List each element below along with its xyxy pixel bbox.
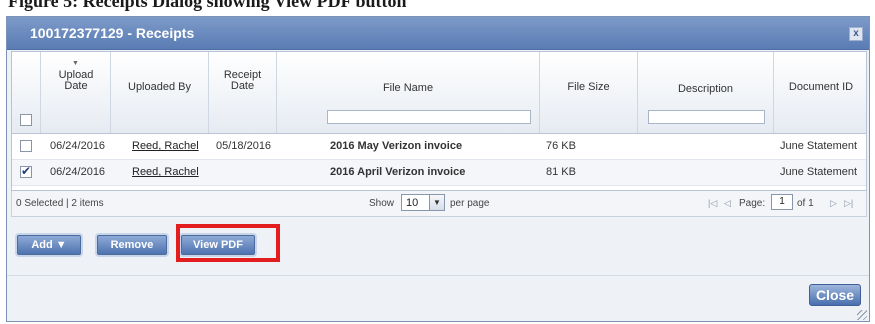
column-upload-date[interactable]: ▼ Upload Date [41, 52, 111, 133]
upload-date-cell: 06/24/2016 [50, 140, 106, 152]
first-page-icon[interactable]: |◁ [708, 198, 717, 209]
document-id-cell: June Statement [780, 140, 858, 152]
page-count-label: of 1 [797, 198, 814, 209]
row-checkbox[interactable] [20, 164, 32, 178]
column-file-name[interactable]: File Name [277, 52, 540, 133]
dialog-footer: Close [7, 275, 869, 322]
column-label-file-name: File Name [382, 82, 434, 94]
receipts-dialog: 100172377129 - Receipts x ▼ Upload Date … [6, 16, 870, 322]
sort-desc-icon: ▼ [72, 60, 79, 67]
column-uploaded-by[interactable]: Uploaded By [111, 52, 209, 133]
column-label-upload-date: Upload Date [58, 69, 94, 92]
per-page-value: 10 [406, 197, 419, 209]
table-row[interactable]: 06/24/2016 Reed, Rachel 05/18/2016 2016 … [12, 134, 866, 160]
close-button-label: Close [815, 287, 855, 303]
receipt-date-cell: 05/18/2016 [216, 140, 272, 152]
column-receipt-date[interactable]: Receipt Date [209, 52, 277, 133]
close-button[interactable]: Close [809, 284, 861, 306]
page-label: Page: [739, 198, 766, 209]
file-name-cell[interactable]: 2016 May Verizon invoice [330, 140, 462, 152]
table-row[interactable]: 06/24/2016 Reed, Rachel 2016 April Veriz… [12, 160, 866, 186]
file-size-cell: 76 KB [546, 140, 576, 152]
add-button-label: Add ▼ [31, 239, 67, 251]
document-id-cell: June Statement [780, 166, 858, 178]
column-label-receipt-date: Receipt Date [223, 69, 262, 92]
selection-status: 0 Selected | 2 items [16, 198, 104, 209]
select-all-column [12, 52, 41, 133]
remove-button-label: Remove [110, 239, 154, 251]
view-pdf-highlight-box [176, 224, 280, 262]
next-page-icon[interactable]: ▷ [830, 198, 837, 209]
column-description[interactable]: Description [638, 52, 774, 133]
document-caption: Figure 5: Receipts Dialog showing View P… [8, 0, 407, 11]
remove-button[interactable]: Remove [97, 235, 167, 255]
uploaded-by-link[interactable]: Reed, Rachel [132, 166, 199, 178]
grid-pager: 0 Selected | 2 items Show 10 ▼ per page … [11, 191, 867, 217]
column-label-document-id: Document ID [788, 81, 854, 93]
file-size-cell: 81 KB [546, 166, 576, 178]
close-icon[interactable]: x [849, 27, 863, 41]
select-all-checkbox[interactable] [20, 114, 32, 126]
prev-page-icon[interactable]: ◁ [724, 198, 731, 209]
column-label-description: Description [677, 83, 734, 95]
column-label-file-size: File Size [567, 81, 610, 93]
chevron-down-icon[interactable]: ▼ [429, 195, 444, 210]
upload-date-cell: 06/24/2016 [50, 166, 106, 178]
per-page-select[interactable]: 10 ▼ [401, 194, 445, 211]
dialog-titlebar[interactable]: 100172377129 - Receipts x [7, 17, 869, 50]
last-page-icon[interactable]: ▷| [844, 198, 853, 209]
uploaded-by-link[interactable]: Reed, Rachel [132, 140, 199, 152]
receipts-grid: ▼ Upload Date Uploaded By Receipt Date F… [11, 51, 867, 191]
column-document-id[interactable]: Document ID [774, 52, 866, 133]
file-name-filter-input[interactable] [327, 110, 531, 124]
row-checkbox[interactable] [20, 140, 32, 152]
grid-header: ▼ Upload Date Uploaded By Receipt Date F… [12, 52, 866, 134]
description-filter-input[interactable] [648, 110, 765, 124]
page-number-input[interactable]: 1 [771, 194, 793, 210]
add-button[interactable]: Add ▼ [17, 235, 81, 255]
column-label-uploaded-by: Uploaded By [128, 81, 191, 93]
column-file-size[interactable]: File Size [540, 52, 638, 133]
show-label: Show [369, 198, 395, 209]
resize-grip-icon[interactable] [857, 310, 867, 320]
file-name-cell[interactable]: 2016 April Verizon invoice [330, 166, 465, 178]
dialog-title: 100172377129 - Receipts [30, 25, 195, 41]
per-page-label: per page [450, 198, 490, 209]
